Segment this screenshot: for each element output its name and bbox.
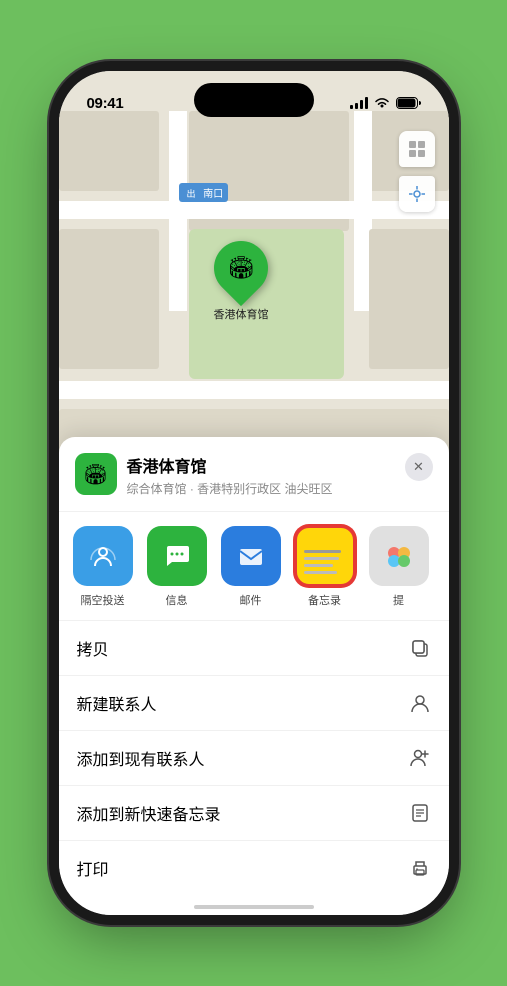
stadium-emoji: 🏟	[227, 255, 255, 281]
action-add-existing-label: 添加到现有联系人	[77, 746, 205, 770]
mail-icon	[221, 526, 281, 586]
venue-info: 香港体育馆 综合体育馆 · 香港特别行政区 油尖旺区	[127, 453, 433, 497]
share-item-notes[interactable]: 备忘录	[293, 526, 357, 608]
close-button[interactable]: ✕	[405, 453, 433, 481]
action-print-label: 打印	[77, 856, 109, 880]
airdrop-label: 隔空投送	[81, 592, 125, 608]
venue-description: 综合体育馆 · 香港特别行政区 油尖旺区	[127, 480, 433, 497]
action-list: 拷贝 新建联系人	[59, 621, 449, 895]
more-label: 提	[393, 592, 404, 608]
map-controls	[399, 131, 435, 212]
more-icon	[369, 526, 429, 586]
messages-label: 信息	[166, 592, 188, 608]
action-add-notes[interactable]: 添加到新快速备忘录	[59, 786, 449, 841]
stadium-pin: 🏟 香港体育馆	[214, 241, 269, 322]
share-actions-row: 隔空投送 信息	[59, 512, 449, 621]
location-button[interactable]	[399, 176, 435, 212]
notes-label: 备忘录	[308, 592, 341, 608]
action-copy-label: 拷贝	[77, 636, 109, 660]
bottom-sheet: 🏟 香港体育馆 综合体育馆 · 香港特别行政区 油尖旺区 ✕ 隔空投送	[59, 437, 449, 915]
action-new-contact[interactable]: 新建联系人	[59, 676, 449, 731]
dynamic-island	[194, 83, 314, 117]
messages-icon	[147, 526, 207, 586]
action-add-notes-label: 添加到新快速备忘录	[77, 801, 221, 825]
map-label-nankou: 出 南口	[179, 183, 229, 202]
pin-label: 香港体育馆	[214, 306, 269, 322]
wifi-icon	[374, 97, 390, 109]
venue-icon: 🏟	[75, 453, 117, 495]
venue-header: 🏟 香港体育馆 综合体育馆 · 香港特别行政区 油尖旺区 ✕	[59, 453, 449, 512]
person-icon	[409, 692, 431, 714]
person-add-icon	[409, 747, 431, 769]
share-item-airdrop[interactable]: 隔空投送	[71, 526, 135, 608]
action-new-contact-label: 新建联系人	[77, 691, 157, 715]
phone-frame: 09:41	[59, 71, 449, 915]
action-print[interactable]: 打印	[59, 841, 449, 895]
action-add-existing[interactable]: 添加到现有联系人	[59, 731, 449, 786]
airdrop-icon	[73, 526, 133, 586]
status-icons	[350, 97, 421, 109]
status-time: 09:41	[87, 95, 124, 112]
print-icon	[409, 857, 431, 879]
notes-icon	[295, 526, 355, 586]
copy-icon	[409, 637, 431, 659]
home-indicator	[194, 905, 314, 909]
venue-name: 香港体育馆	[127, 453, 433, 477]
share-item-messages[interactable]: 信息	[145, 526, 209, 608]
mail-label: 邮件	[240, 592, 262, 608]
action-copy[interactable]: 拷贝	[59, 621, 449, 676]
share-item-mail[interactable]: 邮件	[219, 526, 283, 608]
note-icon	[409, 802, 431, 824]
map-type-button[interactable]	[399, 131, 435, 167]
battery-icon	[396, 97, 421, 109]
signal-icon	[350, 97, 368, 109]
pin-icon-shape: 🏟	[203, 230, 279, 306]
share-item-more[interactable]: 提	[367, 526, 431, 608]
